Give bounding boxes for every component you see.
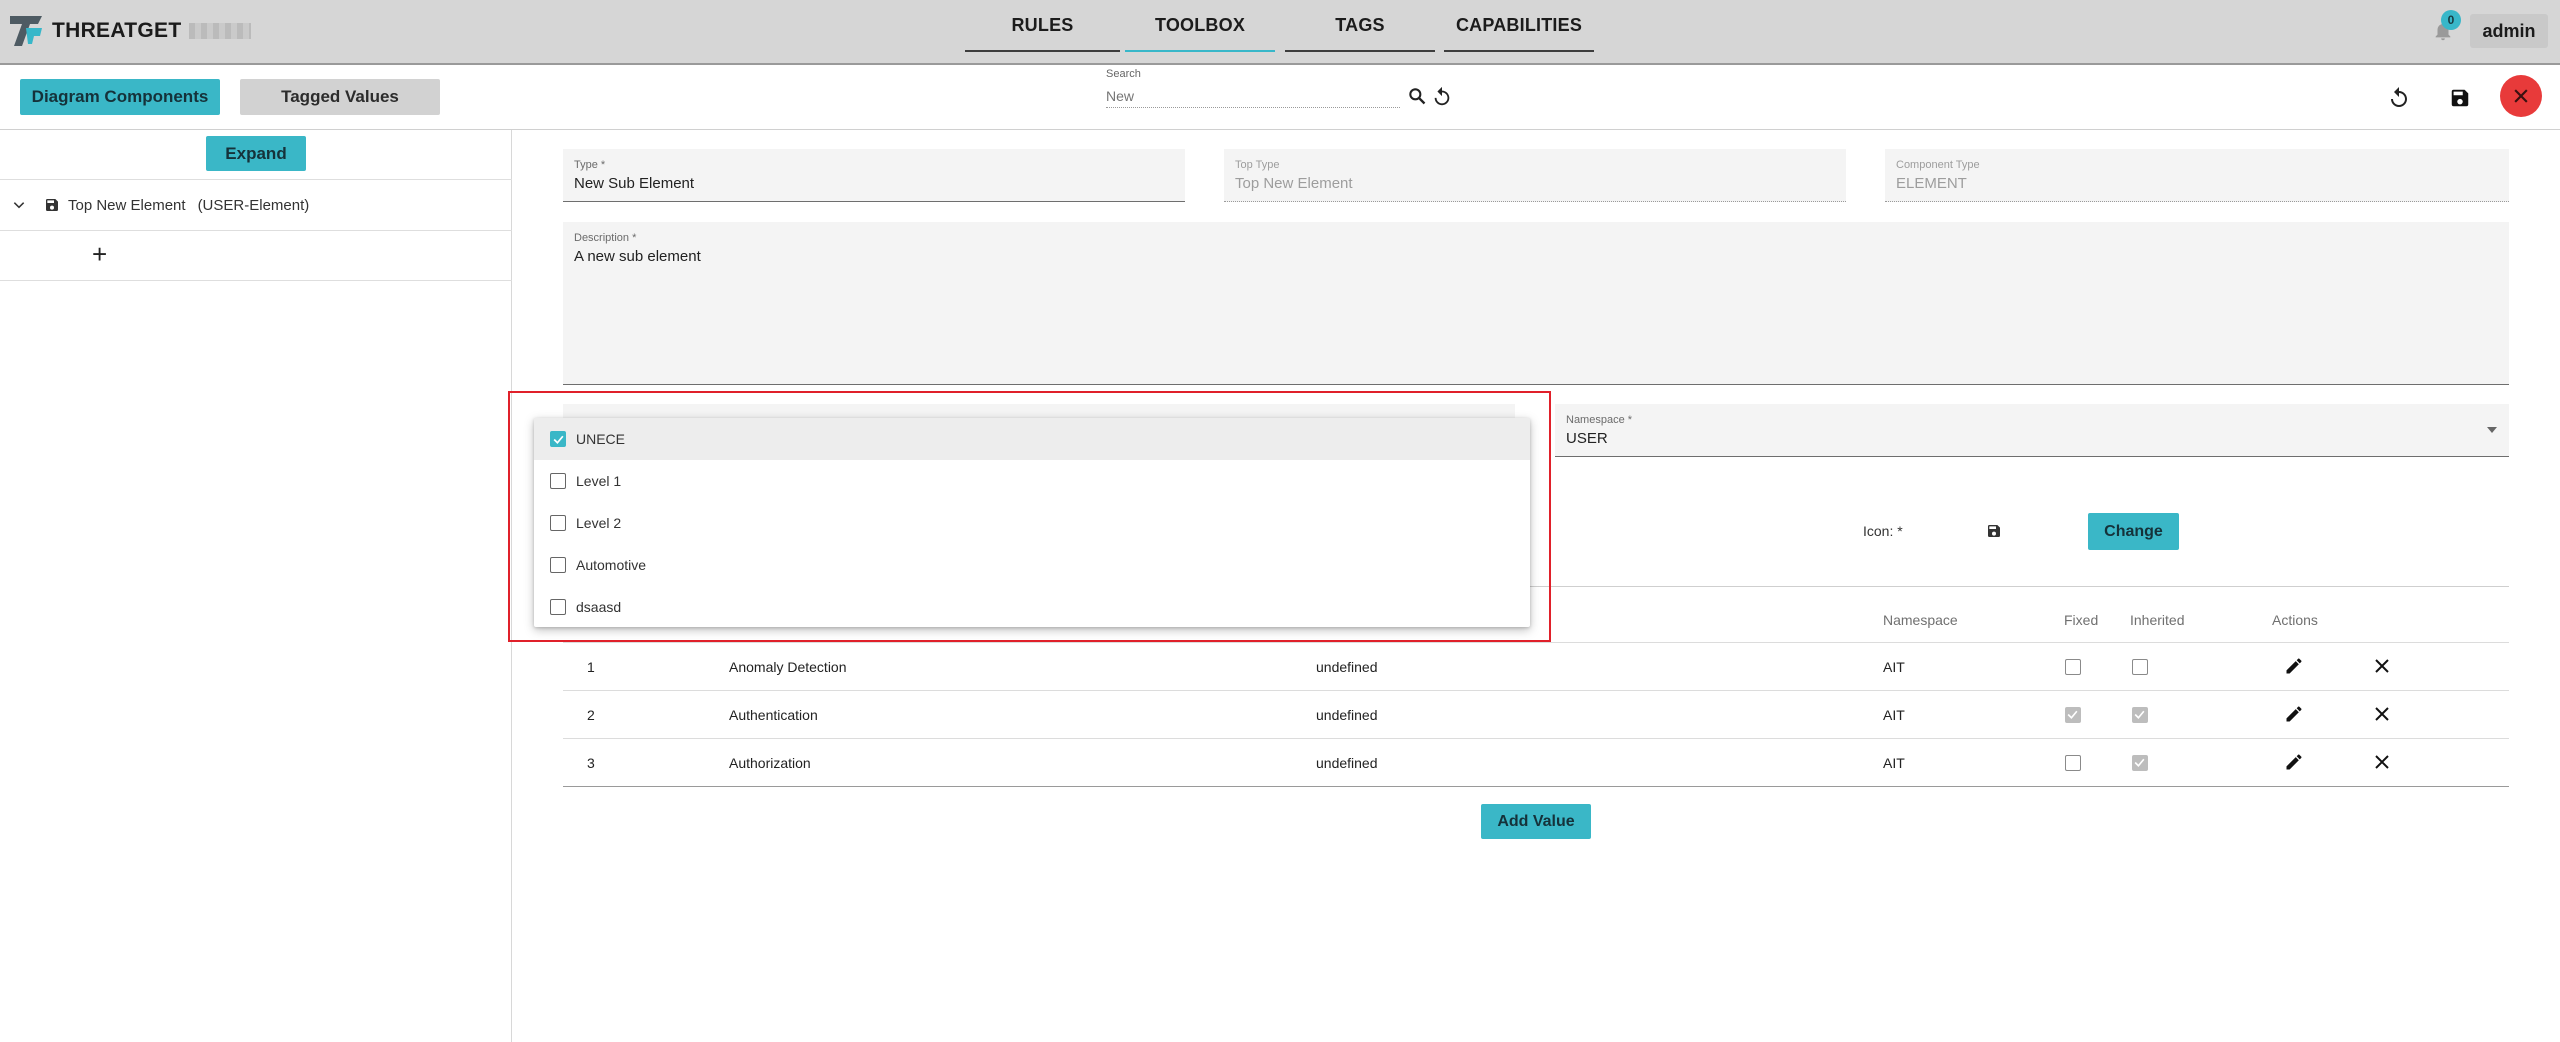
edit-icon[interactable] xyxy=(2284,704,2304,724)
delete-icon[interactable] xyxy=(2373,657,2391,675)
fixed-checkbox[interactable] xyxy=(2065,659,2081,675)
delete-icon[interactable] xyxy=(2373,705,2391,723)
app-logo[interactable]: THREATGET xyxy=(8,14,252,48)
add-element-button[interactable]: + xyxy=(92,239,107,270)
component-type-field: Component Type ELEMENT xyxy=(1885,149,2509,202)
row-namespace: AIT xyxy=(1883,707,1905,723)
icon-label: Icon: * xyxy=(1863,523,1903,539)
tab-tags[interactable]: TAGS xyxy=(1285,0,1435,52)
dropdown-option-unece[interactable]: UNECE xyxy=(534,418,1530,460)
option-label: Level 1 xyxy=(576,473,622,489)
component-tree-panel: Expand Top New Element (USER-Element) + xyxy=(0,130,512,1042)
element-icon-preview xyxy=(1988,525,2000,537)
tagged-values-button[interactable]: Tagged Values xyxy=(240,79,440,115)
row-namespace: AIT xyxy=(1883,659,1905,675)
option-checkbox[interactable] xyxy=(550,557,566,573)
dropdown-arrow-icon xyxy=(2487,427,2497,433)
refresh-icon[interactable] xyxy=(1429,84,1455,110)
type-field[interactable]: Type * New Sub Element xyxy=(563,149,1185,202)
inherited-checkbox[interactable] xyxy=(2132,755,2148,771)
row-value: undefined xyxy=(1316,755,1378,771)
user-menu-button[interactable]: admin xyxy=(2470,14,2548,48)
table-row: 1 Anomaly Detection undefined AIT xyxy=(563,643,2509,691)
inherited-checkbox[interactable] xyxy=(2132,659,2148,675)
namespace-field-label: Namespace * xyxy=(1566,414,1633,426)
search-input[interactable] xyxy=(1106,84,1400,108)
top-type-field-label: Top Type xyxy=(1235,159,1280,171)
option-checkbox[interactable] xyxy=(550,599,566,615)
column-header-actions: Actions xyxy=(2272,612,2318,628)
tree-item-label: Top New Element xyxy=(68,196,186,214)
tree-item[interactable]: Top New Element (USER-Element) xyxy=(0,179,512,231)
option-label: dsaasd xyxy=(576,599,622,615)
dropdown-option-level-1[interactable]: Level 1 xyxy=(534,460,1530,502)
change-icon-button[interactable]: Change xyxy=(2088,513,2179,550)
fixed-checkbox[interactable] xyxy=(2065,755,2081,771)
table-row: 2 Authentication undefined AIT xyxy=(563,691,2509,739)
edit-icon[interactable] xyxy=(2284,752,2304,772)
tags-dropdown-menu: UNECE Level 1 Level 2 Automotive dsaasd xyxy=(534,418,1530,627)
row-namespace: AIT xyxy=(1883,755,1905,771)
namespace-field-value: USER xyxy=(1566,430,1608,447)
tree-item-type: (USER-Element) xyxy=(197,196,310,214)
inherited-checkbox[interactable] xyxy=(2132,707,2148,723)
type-field-label: Type * xyxy=(574,159,606,171)
chevron-down-icon[interactable] xyxy=(12,198,26,212)
column-header-fixed: Fixed xyxy=(2064,612,2099,628)
tab-capabilities[interactable]: CAPABILITIES xyxy=(1444,0,1594,52)
app-name: THREATGET xyxy=(52,19,182,42)
top-type-field: Top Type Top New Element xyxy=(1224,149,1846,202)
tree-add-row: + xyxy=(0,231,512,281)
edit-icon[interactable] xyxy=(2284,656,2304,676)
description-field-value: A new sub element xyxy=(574,248,701,265)
option-label: UNECE xyxy=(576,431,626,447)
description-field-label: Description * xyxy=(574,232,637,244)
row-name: Anomaly Detection xyxy=(729,659,847,675)
top-type-field-value: Top New Element xyxy=(1235,175,1353,192)
expand-button[interactable]: Expand xyxy=(206,136,306,171)
component-type-field-label: Component Type xyxy=(1896,159,1980,171)
option-checkbox[interactable] xyxy=(550,515,566,531)
tab-toolbox[interactable]: TOOLBOX xyxy=(1125,0,1275,52)
row-name: Authentication xyxy=(729,707,818,723)
option-label: Automotive xyxy=(576,557,647,573)
table-row: 3 Authorization undefined AIT xyxy=(563,739,2509,787)
delete-icon[interactable] xyxy=(2373,753,2391,771)
notification-badge: 0 xyxy=(2441,10,2461,30)
component-type-field-value: ELEMENT xyxy=(1896,175,1967,192)
column-header-namespace: Namespace xyxy=(1883,612,1958,628)
threatget-logo-icon xyxy=(10,16,42,46)
search-label: Search xyxy=(1106,68,1141,80)
dropdown-option-level-2[interactable]: Level 2 xyxy=(534,502,1530,544)
option-checkbox[interactable] xyxy=(550,473,566,489)
close-icon xyxy=(2514,89,2528,103)
dropdown-option-automotive[interactable]: Automotive xyxy=(534,544,1530,586)
undo-icon[interactable] xyxy=(2385,84,2413,112)
row-index: 1 xyxy=(587,659,595,675)
row-index: 3 xyxy=(587,755,595,771)
save-icon[interactable] xyxy=(2446,84,2474,112)
namespace-select[interactable]: Namespace * USER xyxy=(1555,404,2509,457)
type-field-value: New Sub Element xyxy=(574,175,695,192)
row-value: undefined xyxy=(1316,707,1378,723)
fixed-checkbox[interactable] xyxy=(2065,707,2081,723)
close-button[interactable] xyxy=(2500,75,2542,117)
search-icon[interactable] xyxy=(1405,84,1429,108)
tab-rules[interactable]: RULES xyxy=(965,0,1120,52)
row-value: undefined xyxy=(1316,659,1378,675)
column-header-inherited: Inherited xyxy=(2130,612,2185,628)
option-label: Level 2 xyxy=(576,515,622,531)
description-field[interactable]: Description * A new sub element xyxy=(563,222,2509,385)
top-navigation-bar: THREATGET RULES TOOLBOX TAGS CAPABILITIE… xyxy=(0,0,2560,65)
diagram-components-button[interactable]: Diagram Components xyxy=(20,79,220,115)
floppy-icon xyxy=(46,199,58,211)
option-checkbox[interactable] xyxy=(550,431,566,447)
blurred-version xyxy=(189,23,252,39)
row-name: Authorization xyxy=(729,755,811,771)
add-value-button[interactable]: Add Value xyxy=(1481,804,1591,839)
dropdown-option-dsaasd[interactable]: dsaasd xyxy=(534,586,1530,628)
row-index: 2 xyxy=(587,707,595,723)
